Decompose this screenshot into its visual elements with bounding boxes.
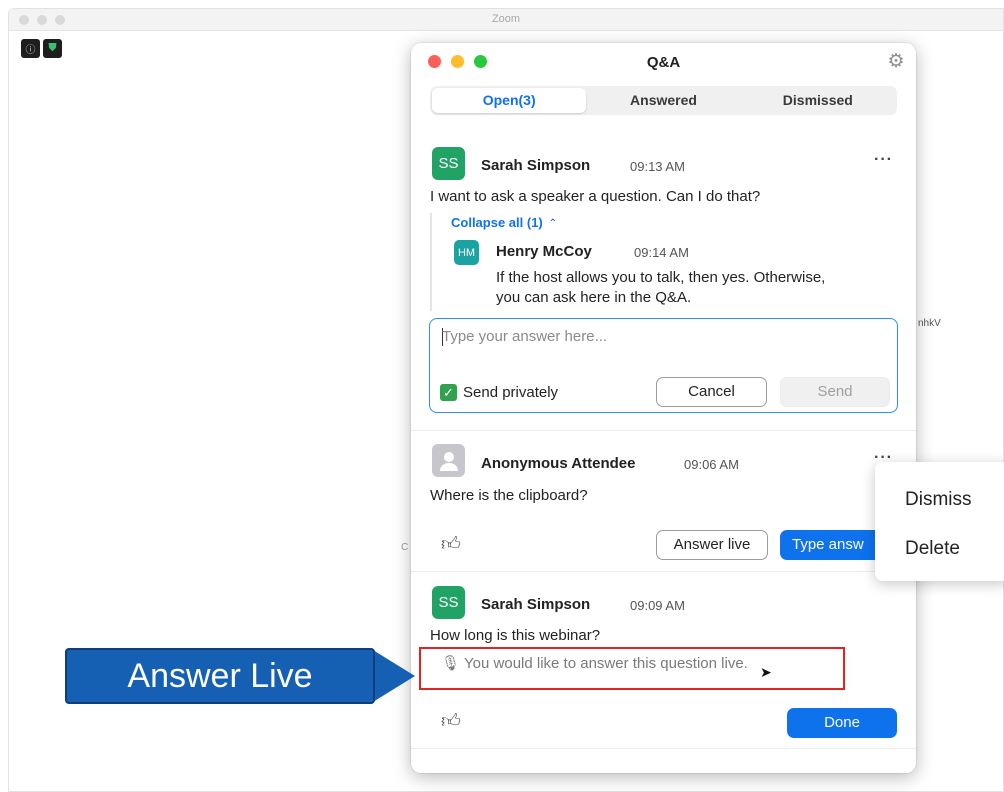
avatar: SS bbox=[432, 147, 465, 180]
anonymous-avatar-icon bbox=[432, 444, 465, 477]
gear-icon[interactable]: ⚙ bbox=[886, 52, 906, 72]
question-text: How long is this webinar? bbox=[430, 627, 601, 644]
reply-avatar: HM bbox=[454, 240, 479, 265]
question-text: I want to ask a speaker a question. Can … bbox=[430, 188, 761, 205]
tab-open[interactable]: Open(3) bbox=[432, 88, 587, 113]
reply-thread-line bbox=[430, 213, 432, 311]
tab-answered[interactable]: Answered bbox=[586, 88, 740, 113]
info-icon[interactable]: ⓘ bbox=[21, 39, 40, 58]
main-window-title: Zoom bbox=[491, 13, 521, 25]
tab-dismissed[interactable]: Dismissed bbox=[741, 88, 895, 113]
qa-title: Q&A bbox=[646, 54, 681, 71]
question-divider bbox=[411, 748, 916, 749]
send-privately-toggle[interactable]: ✓ Send privately bbox=[440, 384, 558, 401]
question-time: 09:09 AM bbox=[630, 598, 685, 613]
thumbs-up-icon[interactable]: 👍︎ bbox=[441, 710, 461, 733]
qa-titlebar: Q&A ⚙ bbox=[411, 43, 916, 81]
reply-author: Henry McCoy bbox=[496, 243, 592, 260]
type-answer-button[interactable]: Type answ bbox=[780, 530, 890, 560]
answer-input-placeholder[interactable]: Type your answer here... bbox=[442, 328, 607, 345]
menu-item-delete[interactable]: Delete bbox=[905, 538, 960, 560]
mouse-cursor-icon: ➤ bbox=[760, 664, 772, 680]
question-time: 09:06 AM bbox=[684, 457, 739, 472]
meeting-status-icons: ⓘ ⛊ bbox=[21, 39, 62, 58]
question-divider bbox=[411, 571, 916, 572]
menu-item-dismiss[interactable]: Dismiss bbox=[905, 489, 972, 511]
qa-tabs: Open(3) Answered Dismissed bbox=[430, 86, 897, 115]
callout-arrow bbox=[373, 650, 415, 702]
question-text: Where is the clipboard? bbox=[430, 487, 588, 504]
question-author: Anonymous Attendee bbox=[481, 455, 636, 472]
shield-icon[interactable]: ⛊ bbox=[43, 39, 62, 58]
avatar: SS bbox=[432, 586, 465, 619]
reply-text-line1: If the host allows you to talk, then yes… bbox=[496, 269, 826, 286]
reply-time: 09:14 AM bbox=[634, 245, 689, 260]
question-author: Sarah Simpson bbox=[481, 157, 591, 174]
question-time: 09:13 AM bbox=[630, 159, 685, 174]
question-context-menu: Dismiss Delete bbox=[875, 462, 1004, 581]
send-button[interactable]: Send bbox=[780, 377, 890, 407]
answer-input-box[interactable]: Type your answer here... ✓ Send privatel… bbox=[429, 318, 898, 413]
question-author: Sarah Simpson bbox=[481, 596, 591, 613]
callout-label: Answer Live bbox=[65, 648, 375, 704]
checkbox-checked-icon[interactable]: ✓ bbox=[440, 384, 457, 401]
main-window-titlebar: Zoom bbox=[9, 9, 1003, 31]
background-text-fragment-left: C bbox=[401, 542, 409, 553]
chevron-up-icon: ⌃ bbox=[548, 218, 558, 229]
collapse-all-link[interactable]: Collapse all (1) ⌃ bbox=[451, 215, 557, 230]
more-options-icon[interactable]: ··· bbox=[874, 151, 893, 169]
answer-live-button[interactable]: Answer live bbox=[656, 530, 768, 560]
question-divider bbox=[411, 430, 916, 431]
done-button[interactable]: Done bbox=[787, 708, 897, 738]
send-privately-label: Send privately bbox=[463, 384, 559, 401]
highlight-box bbox=[419, 647, 845, 690]
cancel-button[interactable]: Cancel bbox=[656, 377, 767, 407]
background-text-fragment: nhkV bbox=[918, 318, 941, 329]
collapse-all-label: Collapse all (1) bbox=[451, 215, 543, 230]
reply-text-line2: you can ask here in the Q&A. bbox=[496, 289, 692, 306]
thumbs-up-icon[interactable]: 👍︎ bbox=[441, 533, 461, 556]
